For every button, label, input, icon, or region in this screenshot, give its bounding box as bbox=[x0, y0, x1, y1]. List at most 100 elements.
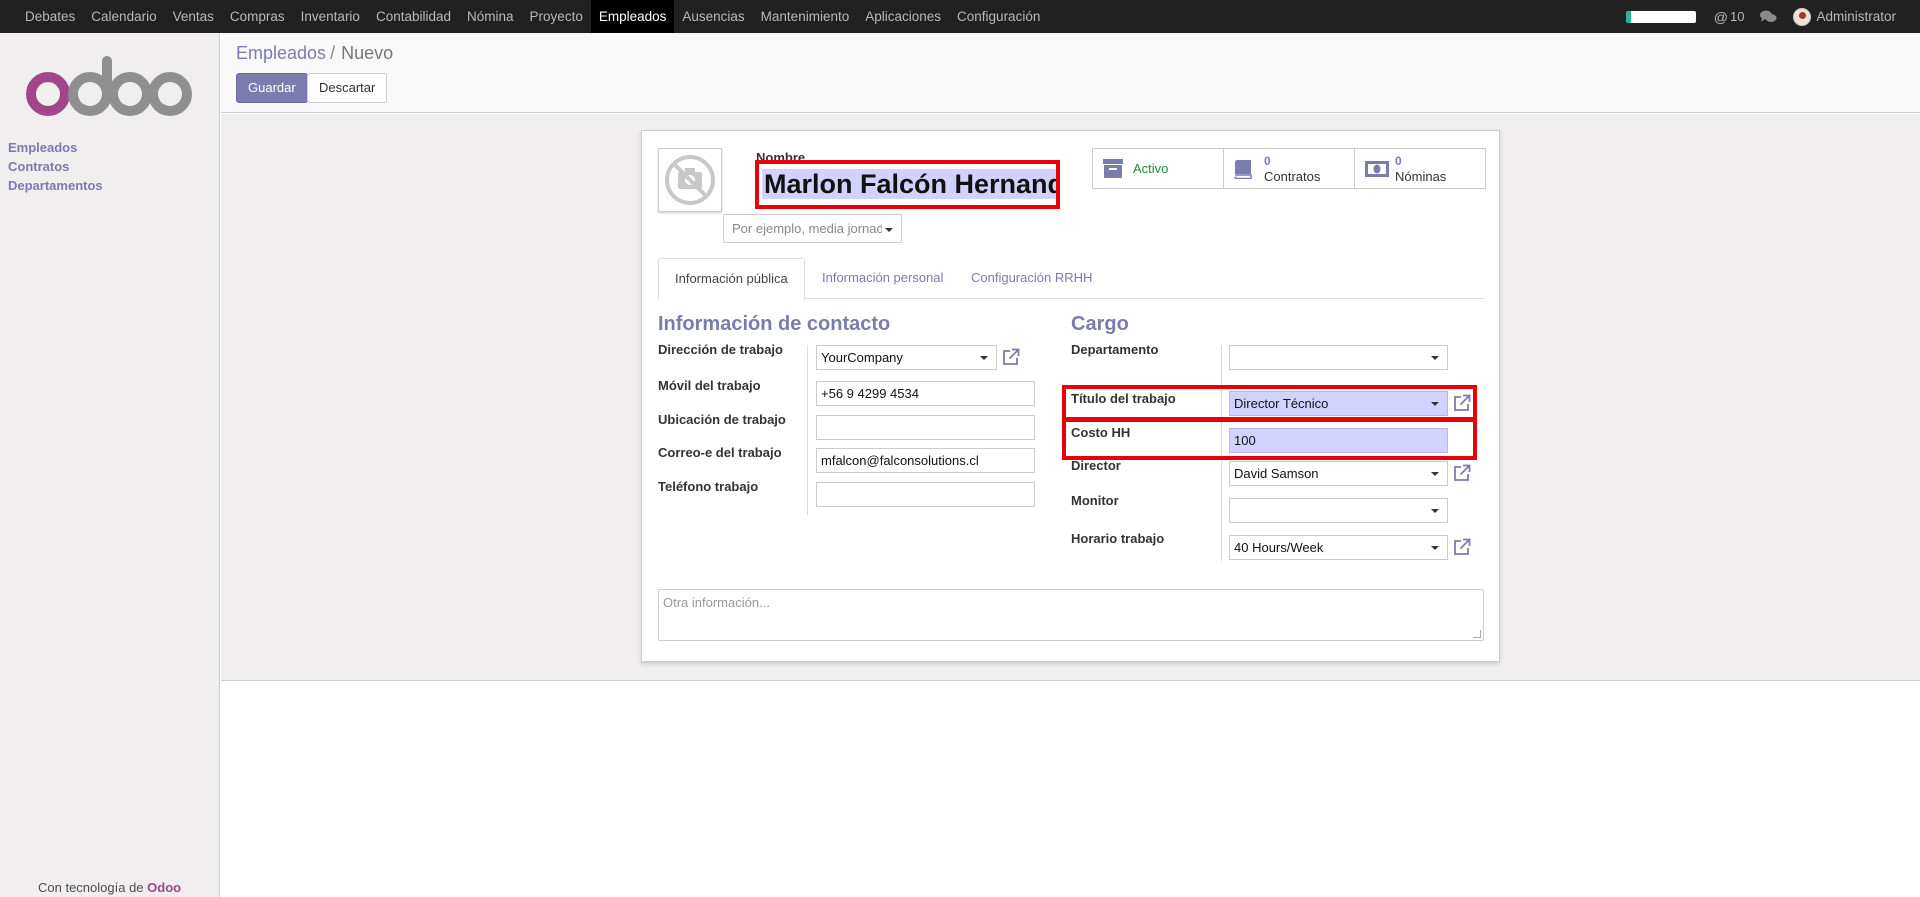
department-label: Departamento bbox=[1071, 342, 1159, 357]
position-divider-lower bbox=[1221, 511, 1222, 561]
active-toggle-button[interactable]: Activo bbox=[1093, 149, 1224, 188]
mobile-input[interactable]: +56 9 4299 4534 bbox=[816, 381, 1035, 406]
job-title-select[interactable]: Director Técnico bbox=[1229, 391, 1448, 416]
caret-down-icon bbox=[1431, 356, 1439, 360]
caret-down-icon bbox=[885, 228, 893, 232]
progress-fill bbox=[1625, 10, 1631, 23]
schedule-label: Horario trabajo bbox=[1071, 531, 1165, 546]
work-location-label: Ubicación de trabajo bbox=[658, 412, 786, 427]
breadcrumb-empleados[interactable]: Empleados bbox=[236, 43, 326, 63]
planner-progress-bar[interactable] bbox=[1625, 10, 1696, 23]
contracts-button[interactable]: 0 Contratos bbox=[1224, 149, 1355, 188]
name-input[interactable]: Marlon Falcón Hernandez bbox=[762, 169, 1056, 199]
work-phone-input[interactable] bbox=[816, 482, 1035, 507]
user-avatar[interactable] bbox=[1793, 7, 1812, 26]
menu-calendario[interactable]: Calendario bbox=[83, 0, 164, 33]
caret-down-icon bbox=[1431, 402, 1439, 406]
position-section-title: Cargo bbox=[1071, 313, 1129, 335]
external-link-icon[interactable] bbox=[1453, 464, 1471, 482]
work-email-input[interactable]: mfalcon@falconsolutions.cl bbox=[816, 448, 1035, 473]
resize-grip-icon[interactable] bbox=[1473, 630, 1481, 638]
name-value: Marlon Falcón Hernandez bbox=[764, 169, 1056, 199]
sidebar-item-contratos[interactable]: Contratos bbox=[8, 157, 103, 176]
menu-compras[interactable]: Compras bbox=[222, 0, 293, 33]
menu-mantenimiento[interactable]: Mantenimiento bbox=[753, 0, 858, 33]
manager-label: Director bbox=[1071, 458, 1121, 473]
external-link-icon[interactable] bbox=[1002, 348, 1020, 366]
systray: @ 10 Administrator bbox=[1625, 0, 1920, 33]
work-email-value: mfalcon@falconsolutions.cl bbox=[821, 453, 979, 468]
payslips-count: 0 bbox=[1395, 154, 1402, 168]
payslips-button[interactable]: 0 Nóminas bbox=[1355, 149, 1485, 188]
chat-button[interactable] bbox=[1760, 10, 1777, 24]
work-address-select[interactable]: YourCompany bbox=[816, 345, 997, 370]
cost-label: Costo HH bbox=[1071, 425, 1131, 440]
caret-down-icon bbox=[980, 356, 988, 360]
caret-down-icon bbox=[1431, 509, 1439, 513]
money-bill-icon bbox=[1365, 161, 1389, 177]
discard-button[interactable]: Descartar bbox=[307, 73, 388, 103]
contracts-label: Contratos bbox=[1264, 169, 1321, 184]
coach-select[interactable] bbox=[1229, 498, 1448, 523]
manager-select[interactable]: David Samson bbox=[1229, 461, 1448, 486]
menu-ausencias[interactable]: Ausencias bbox=[674, 0, 752, 33]
name-field-highlight: Marlon Falcón Hernandez bbox=[755, 160, 1060, 209]
work-phone-label: Teléfono trabajo bbox=[658, 479, 759, 494]
tab-hr-settings[interactable]: Configuración RRHH bbox=[955, 258, 1108, 299]
user-menu[interactable]: Administrator bbox=[1816, 9, 1896, 24]
external-link-icon[interactable] bbox=[1453, 538, 1471, 556]
form-sheet: Nombre Marlon Falcón Hernandez Por ejemp… bbox=[641, 130, 1500, 662]
sidebar: Empleados Contratos Departamentos Con te… bbox=[0, 33, 220, 897]
menu-nomina[interactable]: Nómina bbox=[459, 0, 522, 33]
main-menu: Debates Calendario Ventas Compras Invent… bbox=[0, 0, 1048, 33]
contact-section-title: Información de contacto bbox=[658, 313, 891, 335]
menu-ventas[interactable]: Ventas bbox=[165, 0, 222, 33]
sidebar-item-departamentos[interactable]: Departamentos bbox=[8, 176, 103, 195]
notes-placeholder: Otra información... bbox=[663, 595, 770, 610]
tab-public-info[interactable]: Información pública bbox=[658, 258, 805, 300]
menu-proyecto[interactable]: Proyecto bbox=[522, 0, 591, 33]
schedule-select[interactable]: 40 Hours/Week bbox=[1229, 535, 1448, 560]
archive-icon bbox=[1103, 159, 1123, 178]
breadcrumb: Empleados / Nuevo bbox=[236, 43, 393, 64]
payslips-text: 0 Nóminas bbox=[1395, 154, 1446, 184]
job-title-value: Director Técnico bbox=[1234, 396, 1329, 411]
smart-buttons: Activo 0 Contratos 0 Nóminas bbox=[1092, 148, 1486, 189]
caret-down-icon bbox=[1431, 472, 1439, 476]
powered-by-brand-link[interactable]: Odoo bbox=[147, 880, 181, 895]
work-location-input[interactable] bbox=[816, 415, 1035, 440]
work-address-label: Dirección de trabajo bbox=[658, 342, 783, 357]
menu-configuracion[interactable]: Configuración bbox=[949, 0, 1048, 33]
notes-textarea[interactable]: Otra información... bbox=[658, 589, 1484, 641]
powered-by-prefix: Con tecnología de bbox=[38, 880, 144, 895]
employee-photo[interactable] bbox=[658, 148, 722, 212]
mobile-label: Móvil del trabajo bbox=[658, 378, 761, 393]
menu-aplicaciones[interactable]: Aplicaciones bbox=[857, 0, 949, 33]
cost-input[interactable]: 100 bbox=[1229, 428, 1448, 453]
menu-empleados[interactable]: Empleados bbox=[590, 0, 675, 33]
department-select[interactable] bbox=[1229, 345, 1448, 370]
save-button[interactable]: Guardar bbox=[236, 73, 308, 103]
menu-debates[interactable]: Debates bbox=[17, 0, 83, 33]
active-label: Activo bbox=[1133, 161, 1169, 176]
external-link-icon[interactable] bbox=[1453, 394, 1471, 412]
contracts-text: 0 Contratos bbox=[1264, 154, 1320, 184]
contracts-count: 0 bbox=[1264, 154, 1271, 168]
breadcrumb-current: Nuevo bbox=[341, 43, 394, 63]
mentions-button[interactable]: @ 10 bbox=[1714, 9, 1745, 25]
contact-divider bbox=[807, 345, 808, 457]
mobile-value: +56 9 4299 4534 bbox=[821, 386, 919, 401]
cost-value: 100 bbox=[1234, 433, 1256, 448]
odoo-logo[interactable] bbox=[24, 51, 194, 121]
work-address-value: YourCompany bbox=[821, 350, 903, 365]
job-title-label: Título del trabajo bbox=[1071, 391, 1176, 406]
no-photo-camera-icon bbox=[665, 155, 715, 205]
payslips-label: Nóminas bbox=[1395, 169, 1447, 184]
tab-personal-info[interactable]: Información personal bbox=[806, 258, 959, 299]
menu-inventario[interactable]: Inventario bbox=[293, 0, 368, 33]
menu-contabilidad[interactable]: Contabilidad bbox=[368, 0, 459, 33]
sidebar-item-empleados[interactable]: Empleados bbox=[8, 138, 103, 157]
mentions-count: 10 bbox=[1730, 9, 1745, 24]
category-tags-field[interactable]: Por ejemplo, media jornada bbox=[723, 214, 902, 243]
top-navbar: Debates Calendario Ventas Compras Invent… bbox=[0, 0, 1920, 33]
